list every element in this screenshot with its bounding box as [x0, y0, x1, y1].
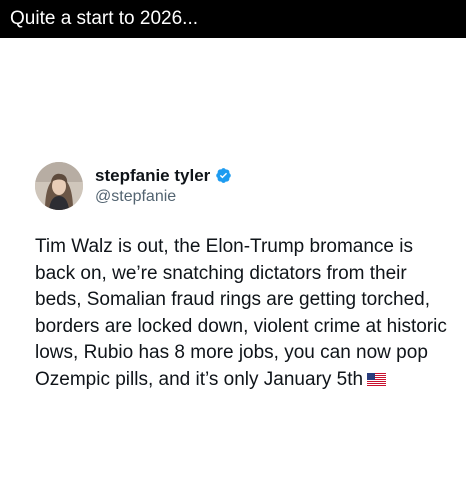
author-display-name[interactable]: stepfanie tyler [95, 165, 210, 186]
tweet-text: Tim Walz is out, the Elon-Trump bromance… [35, 236, 447, 390]
author-block: stepfanie tyler @stepfanie [95, 165, 232, 207]
tweet-card: stepfanie tyler @stepfanie Tim Walz is o… [0, 38, 466, 500]
tweet-body: Tim Walz is out, the Elon-Trump bromance… [35, 234, 455, 393]
tweet-header: stepfanie tyler @stepfanie [35, 161, 232, 211]
caption-bar: Quite a start to 2026... [0, 0, 466, 38]
author-handle[interactable]: @stepfanie [95, 187, 232, 207]
caption-text: Quite a start to 2026... [10, 8, 198, 29]
us-flag-icon [367, 372, 387, 386]
name-row: stepfanie tyler [95, 165, 232, 186]
avatar[interactable] [35, 162, 83, 210]
verified-badge-icon [216, 168, 232, 183]
